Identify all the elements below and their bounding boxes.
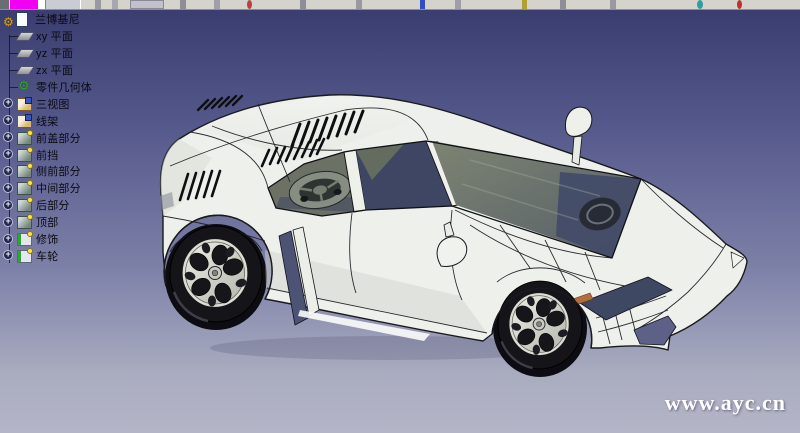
plane-icon <box>16 46 33 60</box>
surface-set-icon <box>16 181 33 195</box>
car-model[interactable] <box>160 95 747 377</box>
rear-deck-slats[interactable] <box>198 96 242 110</box>
tree-item-zx 平面[interactable]: zx 平面 <box>2 62 152 79</box>
dress-up-icon <box>16 232 33 246</box>
expand-plus-icon[interactable]: + <box>3 115 13 125</box>
tree-item-侧前部分[interactable]: + 侧前部分 <box>2 163 152 180</box>
surface-set-icon <box>16 215 33 229</box>
tree-item-中间部分[interactable]: + 中间部分 <box>2 180 152 197</box>
tree-item-label: 侧前部分 <box>36 163 81 179</box>
tree-item-车轮[interactable]: + 车轮 <box>2 247 152 264</box>
expand-plus-icon[interactable]: + <box>3 250 13 260</box>
plane-icon <box>16 29 33 43</box>
expand-plus-icon[interactable]: + <box>3 166 13 176</box>
expand-plus-icon[interactable]: + <box>3 98 13 108</box>
tree-item-yz 平面[interactable]: yz 平面 <box>2 45 152 62</box>
tree-item-label: 前盖部分 <box>36 130 81 146</box>
tree-item-零件几何体[interactable]: 零件几何体 <box>2 79 152 96</box>
rear-wheel[interactable] <box>170 226 262 322</box>
tree-item-label: 车轮 <box>36 248 58 264</box>
tree-root-label: 兰博基尼 <box>35 11 80 27</box>
tree-item-label: xy 平面 <box>36 28 73 44</box>
tree-item-label: 后部分 <box>36 197 70 213</box>
geometrical-set-icon <box>16 97 33 111</box>
tree-item-label: 顶部 <box>36 214 58 230</box>
tree-item-label: 修饰 <box>36 231 58 247</box>
expand-plus-icon[interactable]: + <box>3 234 13 244</box>
expand-plus-icon[interactable]: + <box>3 217 13 227</box>
tree-item-前盖部分[interactable]: + 前盖部分 <box>2 129 152 146</box>
partbody-icon <box>16 80 33 94</box>
expand-plus-icon[interactable]: + <box>3 200 13 210</box>
geometrical-set-icon <box>16 114 33 128</box>
tree-item-顶部[interactable]: + 顶部 <box>2 214 152 231</box>
tree-item-xy 平面[interactable]: xy 平面 <box>2 28 152 45</box>
tree-item-三视图[interactable]: + 三视图 <box>2 95 152 112</box>
watermark: www.ayc.cn <box>665 390 786 416</box>
plane-icon <box>16 63 33 77</box>
surface-set-icon <box>16 148 33 162</box>
surface-set-icon <box>16 131 33 145</box>
tree-item-后部分[interactable]: + 后部分 <box>2 197 152 214</box>
catia-window: 兰博基尼 xy 平面yz 平面zx 平面零件几何体 + 三视图 + 线架 + 前盖部分 + 前挡… <box>0 0 800 433</box>
tree-item-label: 中间部分 <box>36 180 81 196</box>
tree-item-label: zx 平面 <box>36 62 73 78</box>
tree-item-label: 前挡 <box>36 147 58 163</box>
tree-item-label: 三视图 <box>36 96 70 112</box>
dress-up-icon <box>16 249 33 263</box>
surface-set-icon <box>16 164 33 178</box>
specification-tree: 兰博基尼 xy 平面yz 平面zx 平面零件几何体 + 三视图 + 线架 + 前盖部分 + 前挡… <box>2 11 152 264</box>
tree-item-线架[interactable]: + 线架 <box>2 112 152 129</box>
tree-item-前挡[interactable]: + 前挡 <box>2 146 152 163</box>
tree-item-修饰[interactable]: + 修饰 <box>2 231 152 248</box>
tree-item-label: 零件几何体 <box>36 79 92 95</box>
tree-root[interactable]: 兰博基尼 <box>2 11 152 28</box>
expand-plus-icon[interactable]: + <box>3 132 13 142</box>
expand-plus-icon[interactable]: + <box>3 149 13 159</box>
part-icon <box>2 12 32 26</box>
expand-plus-icon[interactable]: + <box>3 183 13 193</box>
tree-item-label: 线架 <box>36 113 58 129</box>
tree-item-label: yz 平面 <box>36 45 73 61</box>
surface-set-icon <box>16 198 33 212</box>
front-wheel[interactable] <box>498 281 582 369</box>
